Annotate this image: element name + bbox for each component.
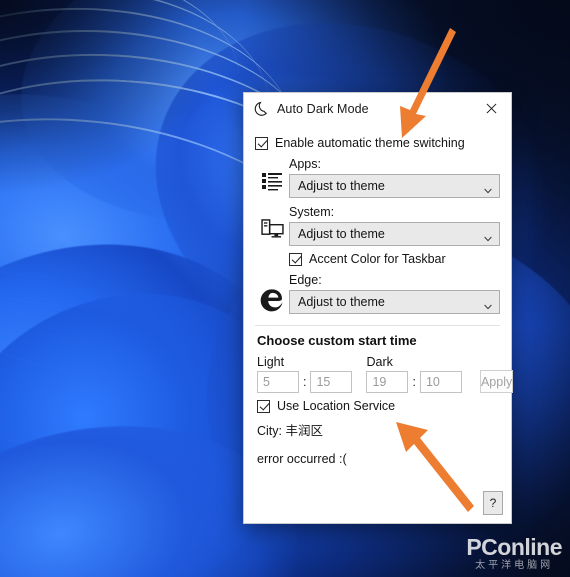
system-theme-value: Adjust to theme xyxy=(298,227,385,241)
window-body: Enable automatic theme switching Apps: A… xyxy=(244,124,514,523)
desktop-wallpaper: Auto Dark Mode Enable automatic theme sw… xyxy=(0,0,570,577)
checkbox-enable-theme-switching[interactable] xyxy=(255,136,268,150)
chevron-down-icon xyxy=(484,183,492,194)
apply-button[interactable]: Apply xyxy=(479,370,514,393)
edge-browser-icon xyxy=(255,273,289,313)
enable-automatic-theme-switching[interactable]: Enable automatic theme switching xyxy=(255,136,500,150)
checkbox-use-location-service[interactable] xyxy=(257,399,270,413)
light-minute-input[interactable]: 15 xyxy=(310,371,353,393)
use-location-service[interactable]: Use Location Service xyxy=(257,399,500,413)
setting-edge: Edge: Adjust to theme xyxy=(255,273,500,314)
setting-apps: Apps: Adjust to theme xyxy=(255,157,500,198)
edge-theme-dropdown[interactable]: Adjust to theme xyxy=(289,290,500,314)
use-location-service-label: Use Location Service xyxy=(277,399,396,413)
light-time-inputs: 5 : 15 xyxy=(257,371,353,393)
auto-dark-mode-window: Auto Dark Mode Enable automatic theme sw… xyxy=(243,92,514,524)
enable-theme-switching-label: Enable automatic theme switching xyxy=(275,136,465,150)
watermark-sub-text: 太平洋电脑网 xyxy=(475,560,554,571)
light-time-separator: : xyxy=(303,375,307,389)
watermark: PConline 太平洋电脑网 xyxy=(466,536,562,571)
city-line: City: 丰润区 xyxy=(257,424,323,438)
dark-caption: Dark xyxy=(366,355,393,369)
checkbox-accent-color-taskbar[interactable] xyxy=(289,252,302,266)
dark-hour-input[interactable]: 19 xyxy=(366,371,409,393)
moon-icon xyxy=(253,101,269,117)
accent-color-for-taskbar[interactable]: Accent Color for Taskbar xyxy=(289,252,500,266)
section-divider xyxy=(255,325,500,326)
accent-color-taskbar-label: Accent Color for Taskbar xyxy=(309,252,446,266)
watermark-main-text: PConline xyxy=(466,534,562,560)
edge-theme-value: Adjust to theme xyxy=(298,295,385,309)
apps-label: Apps: xyxy=(289,157,321,171)
dark-minute-input[interactable]: 10 xyxy=(419,371,462,393)
close-icon[interactable] xyxy=(471,93,511,124)
chevron-down-icon xyxy=(484,299,492,310)
apps-theme-value: Adjust to theme xyxy=(298,179,385,193)
window-title: Auto Dark Mode xyxy=(277,101,369,116)
chevron-down-icon xyxy=(484,231,492,242)
error-status-text: error occurred :( xyxy=(257,452,347,466)
apps-list-icon xyxy=(255,157,289,191)
custom-start-time-heading: Choose custom start time xyxy=(257,333,417,348)
wallpaper-ribbon-edge xyxy=(0,0,279,264)
system-fields: System: Adjust to theme Accent Color for… xyxy=(289,205,500,266)
edge-fields: Edge: Adjust to theme xyxy=(289,273,500,314)
light-time-block: Light 5 : 15 xyxy=(257,355,353,393)
dark-time-separator: : xyxy=(412,375,416,389)
window-titlebar[interactable]: Auto Dark Mode xyxy=(244,93,511,124)
apps-fields: Apps: Adjust to theme xyxy=(289,157,500,198)
custom-time-row: Light 5 : 15 Dark 19 : 10 Apply xyxy=(257,355,514,393)
edge-label: Edge: xyxy=(289,273,322,287)
wallpaper-ribbon-edge xyxy=(0,0,252,242)
help-button[interactable]: ? xyxy=(483,491,503,515)
system-monitor-icon xyxy=(255,205,289,238)
apps-theme-dropdown[interactable]: Adjust to theme xyxy=(289,174,500,198)
light-caption: Light xyxy=(257,355,285,369)
system-label: System: xyxy=(289,205,335,219)
system-theme-dropdown[interactable]: Adjust to theme xyxy=(289,222,500,246)
dark-time-block: Dark 19 : 10 xyxy=(366,355,462,393)
light-hour-input[interactable]: 5 xyxy=(257,371,299,393)
dark-time-inputs: 19 : 10 xyxy=(366,371,462,393)
setting-system: System: Adjust to theme Accent Color for… xyxy=(255,205,500,266)
